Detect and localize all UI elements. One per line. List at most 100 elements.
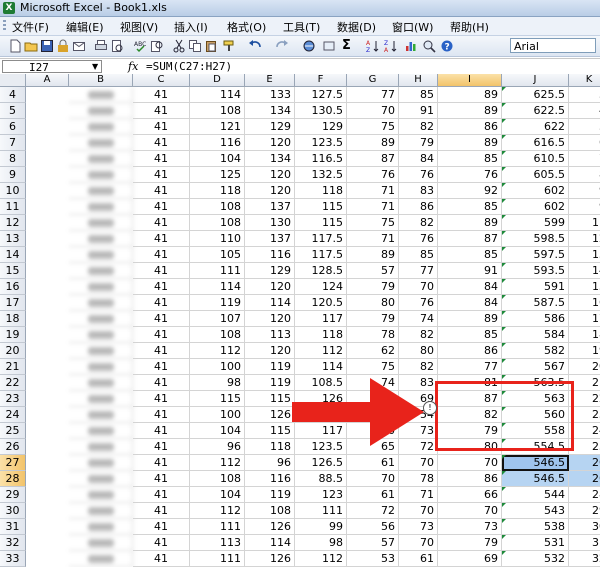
cell-g[interactable]: 57 (347, 535, 399, 551)
cell-f[interactable]: 123 (295, 487, 347, 503)
row-header[interactable]: 26 (0, 439, 26, 455)
cell-j[interactable]: 587.5 (502, 295, 569, 311)
cell-d[interactable]: 125 (190, 167, 245, 183)
cell-h[interactable]: 82 (399, 359, 438, 375)
cell-a[interactable] (69, 439, 133, 455)
cell-i[interactable]: 89 (438, 87, 502, 103)
cell-g[interactable]: 87 (347, 151, 399, 167)
cell-j[interactable]: 605.5 (502, 167, 569, 183)
cell-c[interactable]: 41 (133, 119, 190, 135)
cell-c[interactable]: 41 (133, 439, 190, 455)
cell-k[interactable] (569, 151, 600, 167)
cell-i[interactable]: 84 (438, 279, 502, 295)
cell-e[interactable]: 119 (245, 359, 295, 375)
row-header[interactable]: 6 (0, 119, 26, 135)
row-header[interactable]: 17 (0, 295, 26, 311)
cell-f[interactable]: 118 (295, 183, 347, 199)
cell-e[interactable]: 113 (245, 327, 295, 343)
sort-descending-icon[interactable]: ZA (384, 39, 398, 53)
cell-k[interactable] (569, 215, 600, 231)
cell-i[interactable]: 76 (438, 167, 502, 183)
column-header-e[interactable]: E (245, 74, 295, 87)
cell-a[interactable] (69, 503, 133, 519)
cell-e[interactable]: 118 (245, 439, 295, 455)
cell-j[interactable]: 593.5 (502, 263, 569, 279)
cell-i[interactable]: 89 (438, 135, 502, 151)
menu-format[interactable]: 格式(O) (227, 19, 266, 35)
cell-i[interactable]: 89 (438, 215, 502, 231)
cell-h[interactable]: 76 (399, 167, 438, 183)
cell-k[interactable] (569, 487, 600, 503)
cell-c[interactable]: 41 (133, 535, 190, 551)
cell-k[interactable] (569, 551, 600, 567)
row-header[interactable]: 14 (0, 247, 26, 263)
cell-f[interactable]: 130.5 (295, 103, 347, 119)
cell-j[interactable]: 625.5 (502, 87, 569, 103)
cell-d[interactable]: 98 (190, 375, 245, 391)
cell-k[interactable] (569, 279, 600, 295)
cell-a[interactable] (69, 119, 133, 135)
cell-g[interactable]: 71 (347, 231, 399, 247)
cell-e[interactable]: 134 (245, 103, 295, 119)
row-header[interactable]: 33 (0, 551, 26, 567)
cell-e[interactable]: 129 (245, 119, 295, 135)
cell-f[interactable]: 120.5 (295, 295, 347, 311)
cell-i[interactable]: 85 (438, 199, 502, 215)
cell-d[interactable]: 108 (190, 199, 245, 215)
row-header[interactable]: 24 (0, 407, 26, 423)
cell-j[interactable]: 616.5 (502, 135, 569, 151)
cell-i[interactable]: 86 (438, 343, 502, 359)
cell-k[interactable] (569, 87, 600, 103)
row-header[interactable]: 13 (0, 231, 26, 247)
cell-h[interactable]: 70 (399, 535, 438, 551)
cell-h[interactable]: 76 (399, 231, 438, 247)
cell-a[interactable] (69, 551, 133, 567)
cell-k[interactable] (569, 119, 600, 135)
autosum-icon[interactable]: Σ (342, 39, 356, 53)
cell-a[interactable] (69, 215, 133, 231)
cell-j[interactable]: 622 (502, 119, 569, 135)
cell-f[interactable]: 118 (295, 327, 347, 343)
cell-g[interactable]: 56 (347, 519, 399, 535)
menu-window[interactable]: 窗口(W) (392, 19, 433, 35)
cell-i[interactable]: 85 (438, 327, 502, 343)
cell-d[interactable]: 100 (190, 407, 245, 423)
menu-data[interactable]: 数据(D) (337, 19, 376, 35)
cell-f[interactable]: 99 (295, 519, 347, 535)
cell-k[interactable] (569, 327, 600, 343)
cell-f[interactable]: 115 (295, 215, 347, 231)
cell-d[interactable]: 108 (190, 471, 245, 487)
permission-icon[interactable] (56, 39, 70, 53)
cell-d[interactable]: 118 (190, 183, 245, 199)
cell-e[interactable]: 120 (245, 311, 295, 327)
cell-c[interactable]: 41 (133, 295, 190, 311)
cell-k[interactable] (569, 247, 600, 263)
menu-help[interactable]: 帮助(H) (450, 19, 489, 35)
cell-g[interactable]: 61 (347, 487, 399, 503)
insert-function-icon[interactable]: fx (128, 60, 138, 73)
save-icon[interactable] (40, 39, 54, 53)
cell-e[interactable]: 119 (245, 375, 295, 391)
cell-f[interactable]: 127.5 (295, 87, 347, 103)
cell-h[interactable]: 82 (399, 215, 438, 231)
cell-e[interactable]: 120 (245, 279, 295, 295)
cell-h[interactable]: 70 (399, 455, 438, 471)
cell-f[interactable]: 98 (295, 535, 347, 551)
cell-a[interactable] (69, 487, 133, 503)
cell-e[interactable]: 119 (245, 487, 295, 503)
cell-a[interactable] (69, 471, 133, 487)
menu-insert[interactable]: 插入(I) (174, 19, 208, 35)
cell-j[interactable]: 546.5 (502, 455, 569, 471)
cell-d[interactable]: 100 (190, 359, 245, 375)
cell-a[interactable] (69, 311, 133, 327)
cell-k[interactable] (569, 359, 600, 375)
cell-h[interactable]: 71 (399, 487, 438, 503)
column-header-g[interactable]: G (347, 74, 399, 87)
cell-c[interactable]: 41 (133, 183, 190, 199)
cell-a[interactable] (69, 375, 133, 391)
cell-e[interactable]: 126 (245, 407, 295, 423)
cell-a[interactable] (69, 327, 133, 343)
cell-h[interactable]: 82 (399, 327, 438, 343)
cell-h[interactable]: 82 (399, 119, 438, 135)
cell-a[interactable] (69, 135, 133, 151)
